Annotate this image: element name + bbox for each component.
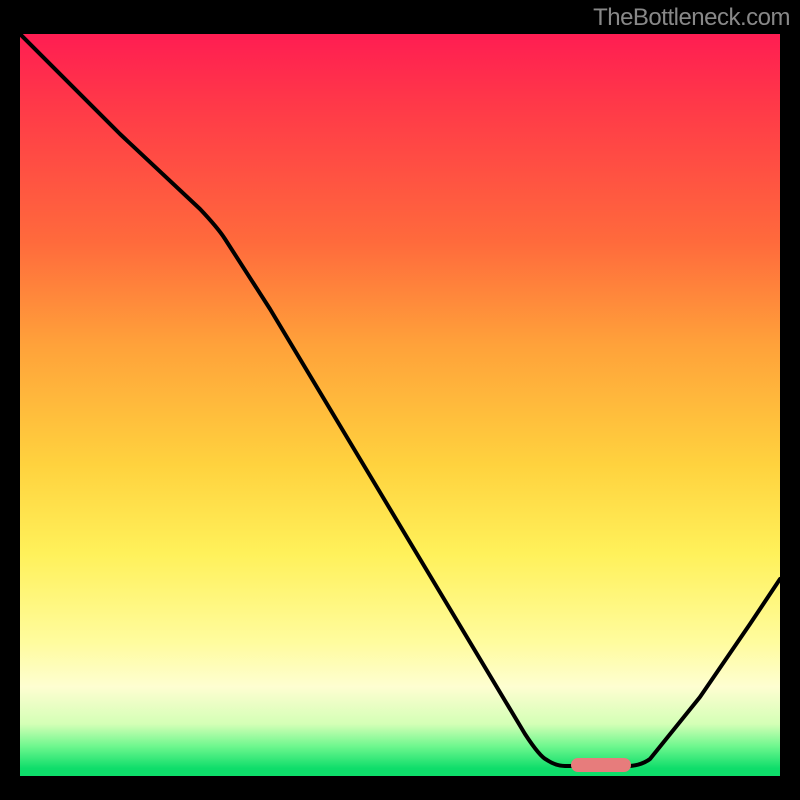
bottleneck-curve-path — [20, 34, 780, 766]
optimal-marker-pill — [571, 758, 631, 772]
curve-svg — [20, 34, 780, 776]
chart-frame — [20, 34, 780, 776]
watermark-text: TheBottleneck.com — [593, 4, 790, 32]
